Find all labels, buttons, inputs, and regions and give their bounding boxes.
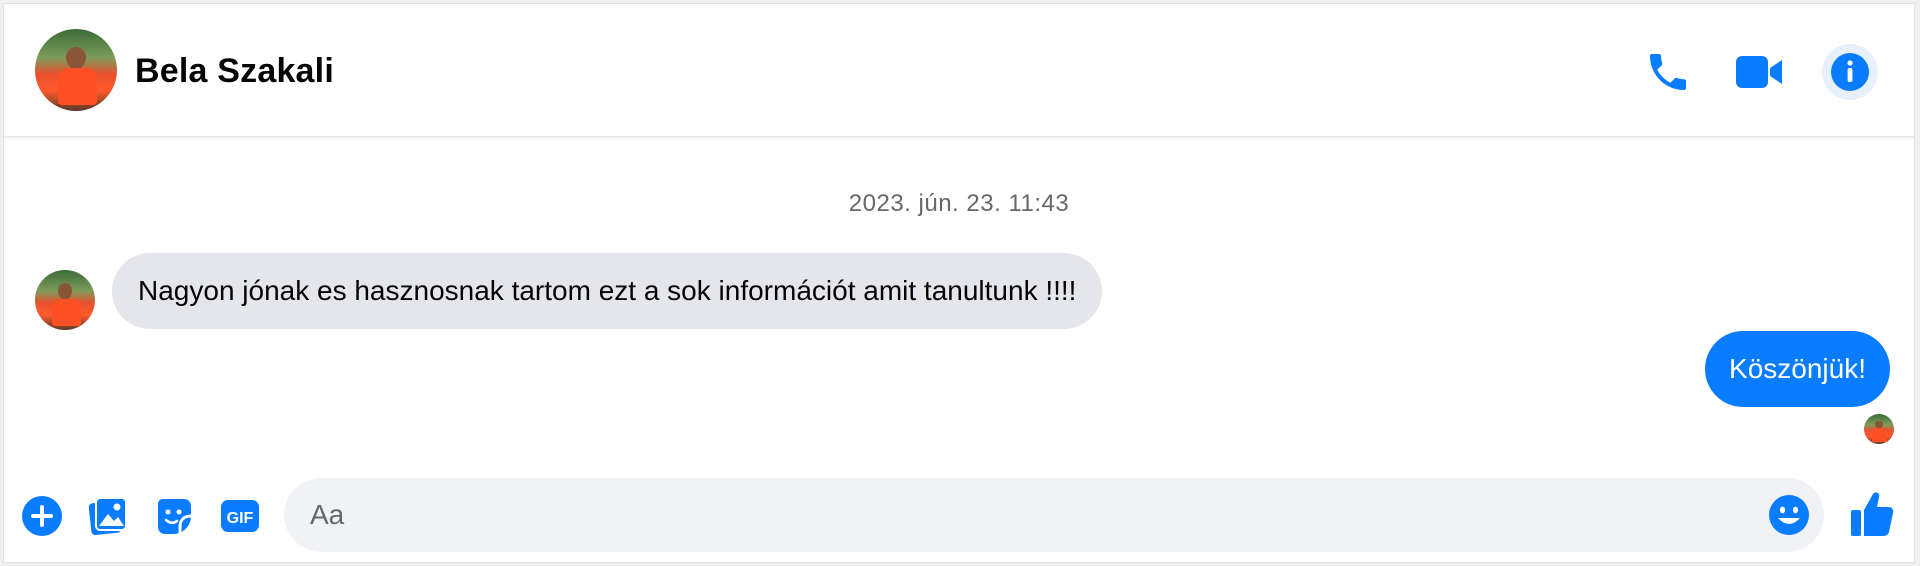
thumbs-up-icon xyxy=(1851,492,1894,536)
photo-icon xyxy=(88,497,127,536)
phone-icon xyxy=(1650,54,1686,90)
conversation-info-button[interactable] xyxy=(1822,44,1878,100)
sticker-button[interactable] xyxy=(150,492,198,540)
sender-avatar[interactable] xyxy=(35,270,95,330)
video-call-button[interactable] xyxy=(1734,48,1786,96)
sticker-icon xyxy=(158,499,192,534)
chat-header: Bela Szakali xyxy=(4,4,1914,137)
emoji-button[interactable] xyxy=(1766,492,1812,538)
outgoing-message[interactable]: Köszönjük! xyxy=(1705,331,1890,407)
more-actions-button[interactable] xyxy=(18,492,66,540)
message-timestamp: 2023. jún. 23. 11:43 xyxy=(848,190,1070,217)
incoming-message[interactable]: Nagyon jónak es hasznosnak tartom ezt a … xyxy=(112,253,1103,329)
send-like-button[interactable] xyxy=(1848,488,1896,540)
seen-receipt-avatar xyxy=(1864,414,1894,444)
phone-call-button[interactable] xyxy=(1644,48,1692,96)
chat-window: Bela Szakali 2023. jún. 23. 11:43 Nagyon… xyxy=(3,3,1915,563)
svg-text:GIF: GIF xyxy=(227,510,254,527)
plus-icon xyxy=(22,496,62,536)
contact-name[interactable]: Bela Szakali xyxy=(135,52,334,91)
emoji-icon xyxy=(1769,495,1809,535)
message-composer: GIF xyxy=(4,472,1914,562)
attach-photo-button[interactable] xyxy=(84,492,132,540)
contact-avatar[interactable] xyxy=(35,29,117,111)
video-camera-icon xyxy=(1736,56,1782,88)
gif-icon: GIF xyxy=(221,500,259,532)
gif-button[interactable]: GIF xyxy=(216,492,264,540)
message-input[interactable] xyxy=(284,478,1824,552)
info-icon xyxy=(1831,53,1869,91)
